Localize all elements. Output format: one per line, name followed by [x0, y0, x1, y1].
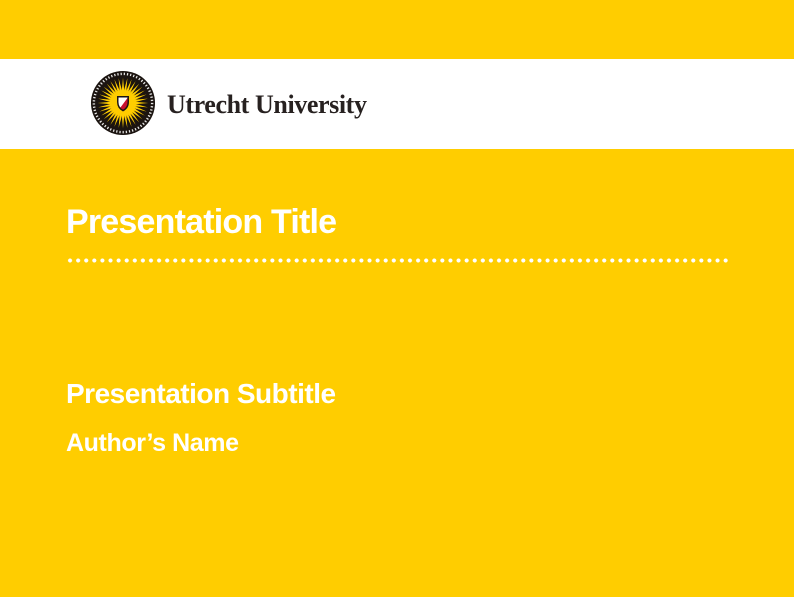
dotted-divider	[66, 256, 728, 265]
presentation-subtitle: Presentation Subtitle	[66, 380, 336, 408]
header-band: Utrecht University	[0, 59, 794, 149]
utrecht-university-seal-icon	[90, 70, 156, 136]
author-name: Author’s Name	[66, 431, 239, 456]
presentation-title: Presentation Title	[66, 205, 336, 239]
university-logotype: Utrecht University	[167, 90, 367, 120]
title-slide: Utrecht University Presentation Title Pr…	[0, 0, 794, 597]
